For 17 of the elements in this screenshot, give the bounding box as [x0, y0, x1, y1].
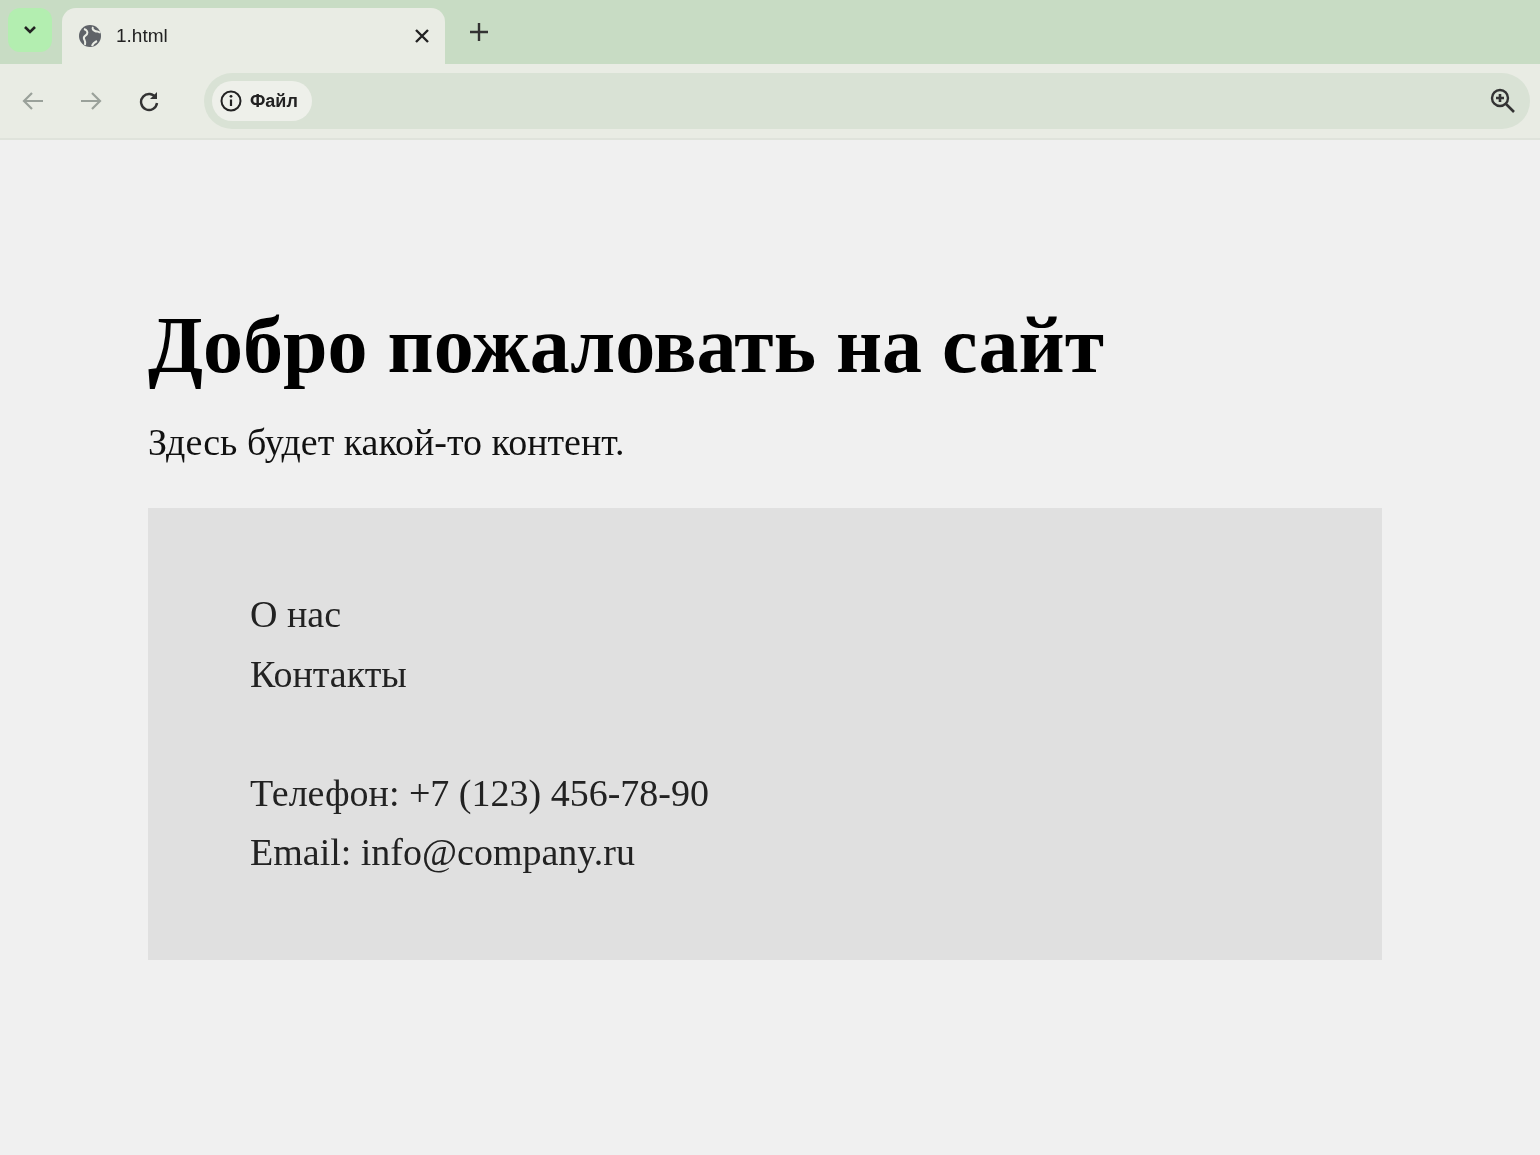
reload-icon[interactable] — [138, 90, 160, 112]
tab-title: 1.html — [116, 25, 169, 47]
address-bar[interactable]: Файл — [204, 73, 1530, 129]
page-heading: Добро пожаловать на сайт — [148, 300, 1105, 390]
contact-line: Email: info@company.ru — [250, 830, 636, 875]
page-paragraph: Здесь будет какой-то контент. — [148, 420, 626, 464]
browser-tab[interactable]: 1.html — [62, 8, 445, 64]
contact-line: Телефон: +7 (123) 456-78-90 — [250, 771, 710, 816]
footer-link[interactable]: О нас — [250, 584, 1382, 644]
new-tab-icon[interactable] — [469, 22, 489, 42]
zoom-in-icon[interactable] — [1490, 88, 1516, 114]
close-icon[interactable] — [415, 29, 429, 43]
globe-icon — [78, 24, 102, 48]
info-icon — [220, 90, 242, 112]
footer-link[interactable]: Контакты — [250, 644, 1382, 704]
chevron-down-icon — [23, 25, 37, 35]
site-info-chip[interactable]: Файл — [212, 81, 312, 121]
